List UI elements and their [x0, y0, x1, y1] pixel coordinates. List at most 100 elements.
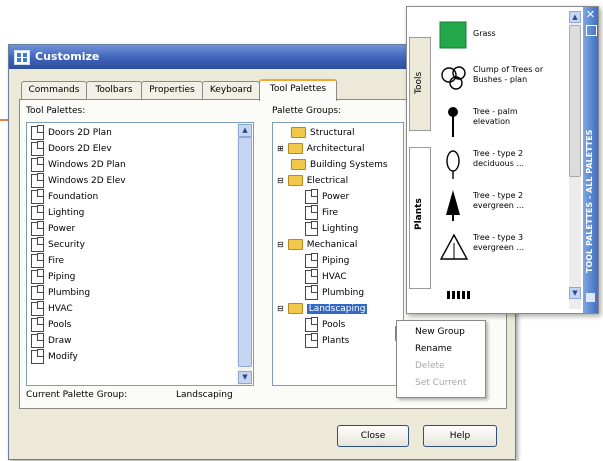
- list-item[interactable]: Plumbing: [31, 284, 90, 301]
- tool-item-evergreen-tree-2[interactable]: Tree - type 2 evergreen ...: [437, 187, 577, 225]
- deciduous-tree-icon: [446, 150, 460, 179]
- palette-icon: [31, 156, 44, 172]
- list-item[interactable]: Security: [31, 236, 85, 253]
- close-button[interactable]: Close: [337, 425, 409, 447]
- menu-item-new-group[interactable]: New Group: [415, 327, 465, 337]
- palette-icon: [305, 268, 318, 284]
- palette-side-title: TOOL PALETTES - ALL PALETTES: [585, 129, 594, 273]
- tree-item-landscaping[interactable]: ⊟ Landscaping: [277, 301, 368, 317]
- collapse-icon[interactable]: ⊟: [277, 304, 284, 313]
- palette-icon: [305, 284, 318, 300]
- tab-tool-palettes[interactable]: Tool Palettes: [259, 79, 337, 101]
- tool-item-deciduous-tree[interactable]: Tree - type 2 deciduous ...: [437, 145, 577, 183]
- current-group-label: Current Palette Group:: [26, 390, 128, 400]
- tree-item-fire[interactable]: Fire: [305, 204, 338, 221]
- palette-icon: [305, 252, 318, 268]
- tree-item-structural[interactable]: Structural: [291, 125, 355, 141]
- tree-item-plumbing[interactable]: Plumbing: [305, 284, 364, 301]
- scroll-thumb[interactable]: [238, 137, 252, 367]
- current-group-value: Landscaping: [176, 390, 233, 400]
- grass-icon: [439, 21, 467, 49]
- palette-icon: [31, 300, 44, 316]
- tree-item-mechanical[interactable]: ⊟ Mechanical: [277, 237, 357, 253]
- folder-icon: [287, 303, 303, 314]
- partial-tool-icon: [447, 291, 471, 299]
- close-icon[interactable]: ✕: [585, 9, 596, 20]
- palette-icon: [31, 316, 44, 332]
- tree-item-piping[interactable]: Piping: [305, 252, 349, 269]
- tree-item-building-systems[interactable]: Building Systems: [291, 157, 388, 173]
- palette-icon: [31, 348, 44, 364]
- tool-item-palm-tree[interactable]: Tree - palm elevation: [437, 103, 577, 141]
- scroll-down-button[interactable]: ▼: [569, 287, 581, 299]
- tab-properties[interactable]: Properties: [141, 81, 203, 99]
- palette-icon: [31, 172, 44, 188]
- palette-scrollbar[interactable]: ▲ ▼: [569, 11, 581, 309]
- tree-item-electrical[interactable]: ⊟ Electrical: [277, 173, 348, 189]
- palm-tree-icon: [448, 107, 458, 137]
- palette-icon: [31, 332, 44, 348]
- list-item[interactable]: Fire: [31, 252, 64, 269]
- folder-icon: [287, 239, 303, 250]
- palette-icon: [31, 252, 44, 268]
- list-item[interactable]: Foundation: [31, 188, 98, 205]
- palette-icon: [305, 332, 318, 348]
- palette-icon: [31, 236, 44, 252]
- customize-icon: [14, 50, 30, 65]
- tab-keyboard[interactable]: Keyboard: [202, 81, 260, 99]
- palette-icon: [305, 220, 318, 236]
- collapse-icon[interactable]: ⊟: [277, 176, 284, 185]
- palette-groups-tree[interactable]: Structural ⊞ Architectural Building Syste…: [272, 122, 404, 386]
- tree-item-plants[interactable]: Plants: [305, 332, 349, 349]
- collapse-icon[interactable]: ⊟: [277, 240, 284, 249]
- evergreen-tree-icon: [439, 233, 469, 260]
- palette-groups-label: Palette Groups:: [272, 106, 342, 116]
- list-item[interactable]: Doors 2D Plan: [31, 124, 112, 141]
- folder-icon: [291, 127, 306, 138]
- tree-item-lighting[interactable]: Lighting: [305, 220, 358, 237]
- tool-item-tree-clump[interactable]: Clump of Trees or Bushes - plan: [437, 61, 577, 99]
- folder-icon: [287, 143, 303, 154]
- tab-commands[interactable]: Commands: [21, 81, 87, 99]
- scroll-down-button[interactable]: ▼: [238, 371, 252, 384]
- palette-icon: [31, 268, 44, 284]
- tab-plants[interactable]: Plants: [409, 147, 431, 289]
- tree-item-pools[interactable]: Pools: [305, 316, 345, 333]
- help-button[interactable]: Help: [423, 425, 497, 447]
- tab-tools[interactable]: Tools: [409, 37, 431, 131]
- list-item[interactable]: Power: [31, 220, 75, 237]
- tree-item-architectural[interactable]: ⊞ Architectural: [277, 141, 364, 157]
- palette-icon: [31, 284, 44, 300]
- menu-item-rename[interactable]: Rename: [415, 344, 452, 354]
- tree-item-hvac[interactable]: HVAC: [305, 268, 347, 285]
- list-item[interactable]: Draw: [31, 332, 72, 349]
- tool-item-evergreen-tree-3[interactable]: Tree - type 3 evergreen ...: [437, 229, 577, 267]
- list-item[interactable]: Doors 2D Elev: [31, 140, 112, 157]
- tree-item-power[interactable]: Power: [305, 188, 349, 205]
- folder-icon: [291, 159, 306, 170]
- scroll-up-button[interactable]: ▲: [569, 11, 581, 23]
- tab-toolbars[interactable]: Toolbars: [86, 81, 142, 99]
- palette-icon: [31, 204, 44, 220]
- list-item[interactable]: Lighting: [31, 204, 84, 221]
- expand-icon[interactable]: ⊞: [277, 144, 284, 153]
- properties-icon[interactable]: [586, 25, 597, 36]
- palette-icon: [31, 140, 44, 156]
- palette-icon: [305, 316, 318, 332]
- list-item[interactable]: Windows 2D Plan: [31, 156, 126, 173]
- list-item[interactable]: Modify: [31, 348, 78, 365]
- list-item[interactable]: HVAC: [31, 300, 73, 317]
- palette-title-bar[interactable]: ✕ TOOL PALETTES - ALL PALETTES: [583, 7, 598, 313]
- scroll-thumb[interactable]: [569, 25, 581, 177]
- list-item[interactable]: Pools: [31, 316, 71, 333]
- tool-palettes-scrollbar[interactable]: ▲ ▼: [237, 123, 252, 385]
- menu-item-set-current: Set Current: [415, 378, 467, 388]
- palette-icon: [305, 188, 318, 204]
- list-item[interactable]: Windows 2D Elev: [31, 172, 126, 189]
- scroll-up-button[interactable]: ▲: [238, 124, 252, 137]
- autohide-icon[interactable]: [586, 293, 595, 302]
- evergreen-tree-icon: [446, 190, 460, 221]
- tool-item-grass[interactable]: Grass: [437, 19, 577, 57]
- list-item[interactable]: Piping: [31, 268, 75, 285]
- tool-palettes-list[interactable]: Doors 2D Plan Doors 2D Elev Windows 2D P…: [26, 122, 254, 386]
